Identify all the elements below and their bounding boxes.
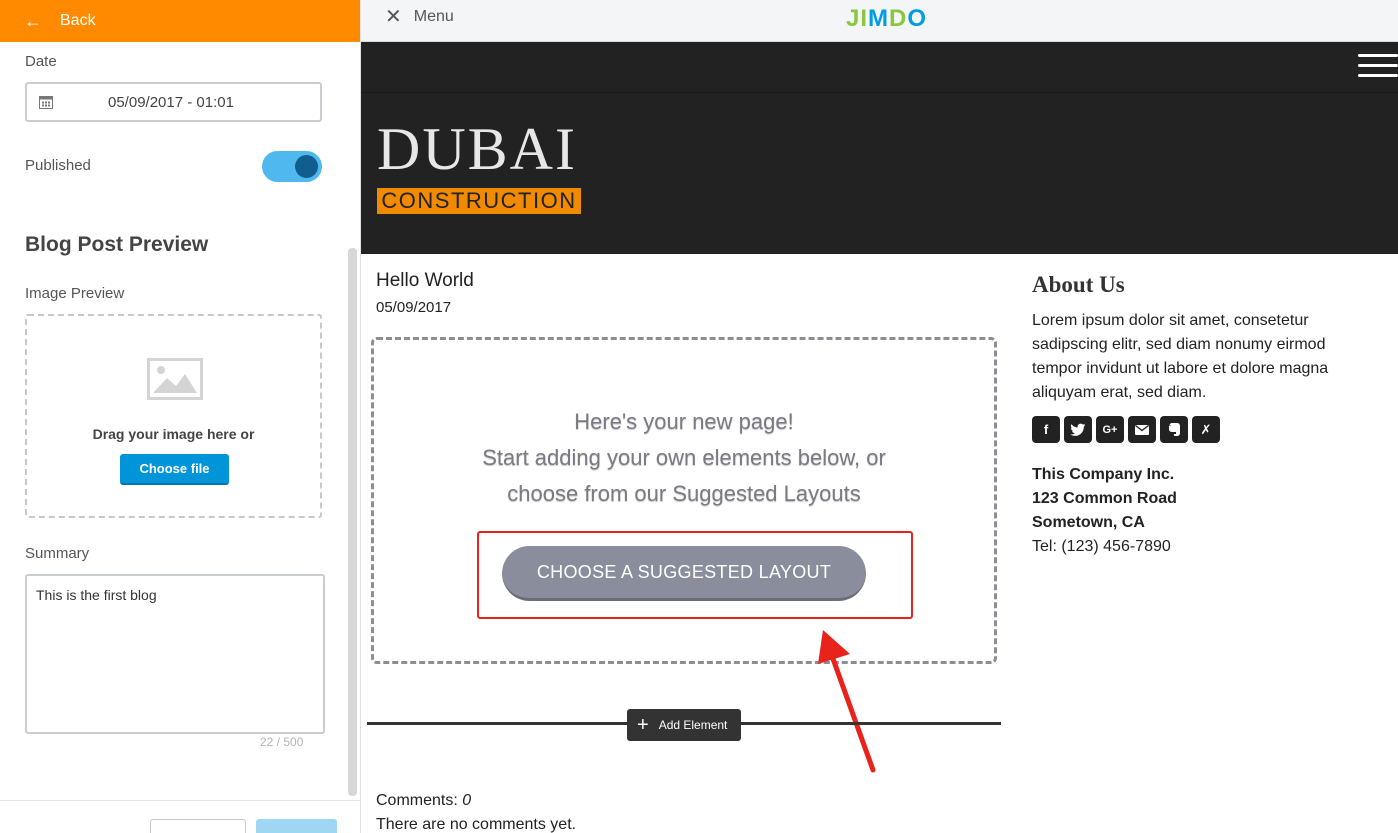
company-tel: Tel: (123) 456-7890 — [1032, 538, 1171, 555]
editor-topbar: ✕ Menu JIMDO — [361, 0, 1398, 42]
new-page-message: Here's your new page! Start adding your … — [374, 404, 994, 512]
close-icon: ✕ — [385, 6, 402, 28]
new-page-line-3: choose from our Suggested Layouts — [507, 481, 861, 506]
toggle-knob — [295, 155, 318, 178]
blog-settings-panel: ← Back Date 05/09/2017 - 01:01 Published… — [0, 0, 361, 833]
add-element-label: Add Element — [658, 718, 728, 732]
drag-image-text: Drag your image here or — [92, 426, 255, 442]
published-label: Published — [25, 157, 91, 174]
annotation-arrow-icon — [818, 630, 876, 773]
about-us-text: Lorem ipsum dolor sit amet, consetetur s… — [1032, 312, 1329, 401]
published-toggle[interactable] — [262, 151, 322, 182]
comments-section: Comments: 0 There are no comments yet. — [376, 789, 576, 833]
twitter-icon[interactable] — [1064, 416, 1092, 443]
summary-char-count: 22 / 500 — [260, 735, 304, 749]
date-field[interactable]: 05/09/2017 - 01:01 — [25, 82, 322, 122]
summary-label: Summary — [25, 545, 90, 562]
image-dropzone[interactable]: Drag your image here or Choose file — [25, 314, 322, 518]
email-icon[interactable] — [1128, 416, 1156, 443]
back-button[interactable]: ← Back — [0, 0, 360, 42]
summary-textarea[interactable]: This is the first blog — [25, 574, 325, 734]
new-page-line-2: Start adding your own elements below, or — [482, 445, 886, 470]
no-comments-text: There are no comments yet. — [376, 816, 577, 833]
company-street: 123 Common Road — [1032, 490, 1177, 507]
panel-scrollbar[interactable] — [348, 248, 357, 796]
plus-icon: + — [637, 714, 649, 736]
header-divider — [361, 92, 1398, 93]
jimdo-logo: JIMDO — [846, 5, 928, 32]
image-placeholder-icon — [147, 358, 203, 400]
new-page-line-1: Here's your new page! — [574, 409, 794, 434]
about-us-heading: About Us — [1032, 272, 1125, 297]
menu-button[interactable]: ✕ Menu — [385, 0, 454, 34]
post-date: 05/09/2017 — [376, 299, 452, 316]
evernote-icon[interactable] — [1160, 416, 1188, 443]
discard-button[interactable] — [150, 819, 246, 833]
site-logo-subtitle[interactable]: CONSTRUCTION — [377, 188, 581, 214]
save-button[interactable] — [256, 819, 337, 833]
date-label: Date — [25, 53, 57, 70]
xing-icon[interactable]: ✗ — [1192, 416, 1220, 443]
google-plus-icon[interactable]: G+ — [1096, 416, 1124, 443]
blog-post-preview-heading: Blog Post Preview — [25, 233, 209, 256]
back-arrow-icon: ← — [24, 11, 42, 31]
image-preview-label: Image Preview — [25, 285, 125, 302]
site-header: DUBAI CONSTRUCTION — [361, 42, 1398, 254]
calendar-icon — [39, 96, 53, 109]
site-logo-title[interactable]: DUBAI — [377, 119, 577, 179]
back-label: Back — [60, 12, 96, 29]
panel-footer — [0, 800, 360, 833]
menu-label: Menu — [413, 8, 454, 25]
comments-count: 0 — [462, 792, 472, 809]
social-icons: f G+ ✗ — [1032, 416, 1220, 443]
company-address: This Company Inc. 123 Common Road Someto… — [1032, 463, 1177, 559]
hamburger-menu-icon[interactable] — [1358, 54, 1398, 78]
comments-label: Comments: — [376, 792, 458, 809]
facebook-icon[interactable]: f — [1032, 416, 1060, 443]
choose-suggested-layout-button[interactable]: CHOOSE A SUGGESTED LAYOUT — [502, 546, 866, 601]
post-title: Hello World — [376, 270, 474, 291]
choose-file-button[interactable]: Choose file — [120, 454, 229, 485]
add-element-button[interactable]: + Add Element — [627, 709, 741, 741]
date-value: 05/09/2017 - 01:01 — [108, 93, 234, 111]
company-city: Sometown, CA — [1032, 514, 1145, 531]
company-name: This Company Inc. — [1032, 466, 1175, 483]
